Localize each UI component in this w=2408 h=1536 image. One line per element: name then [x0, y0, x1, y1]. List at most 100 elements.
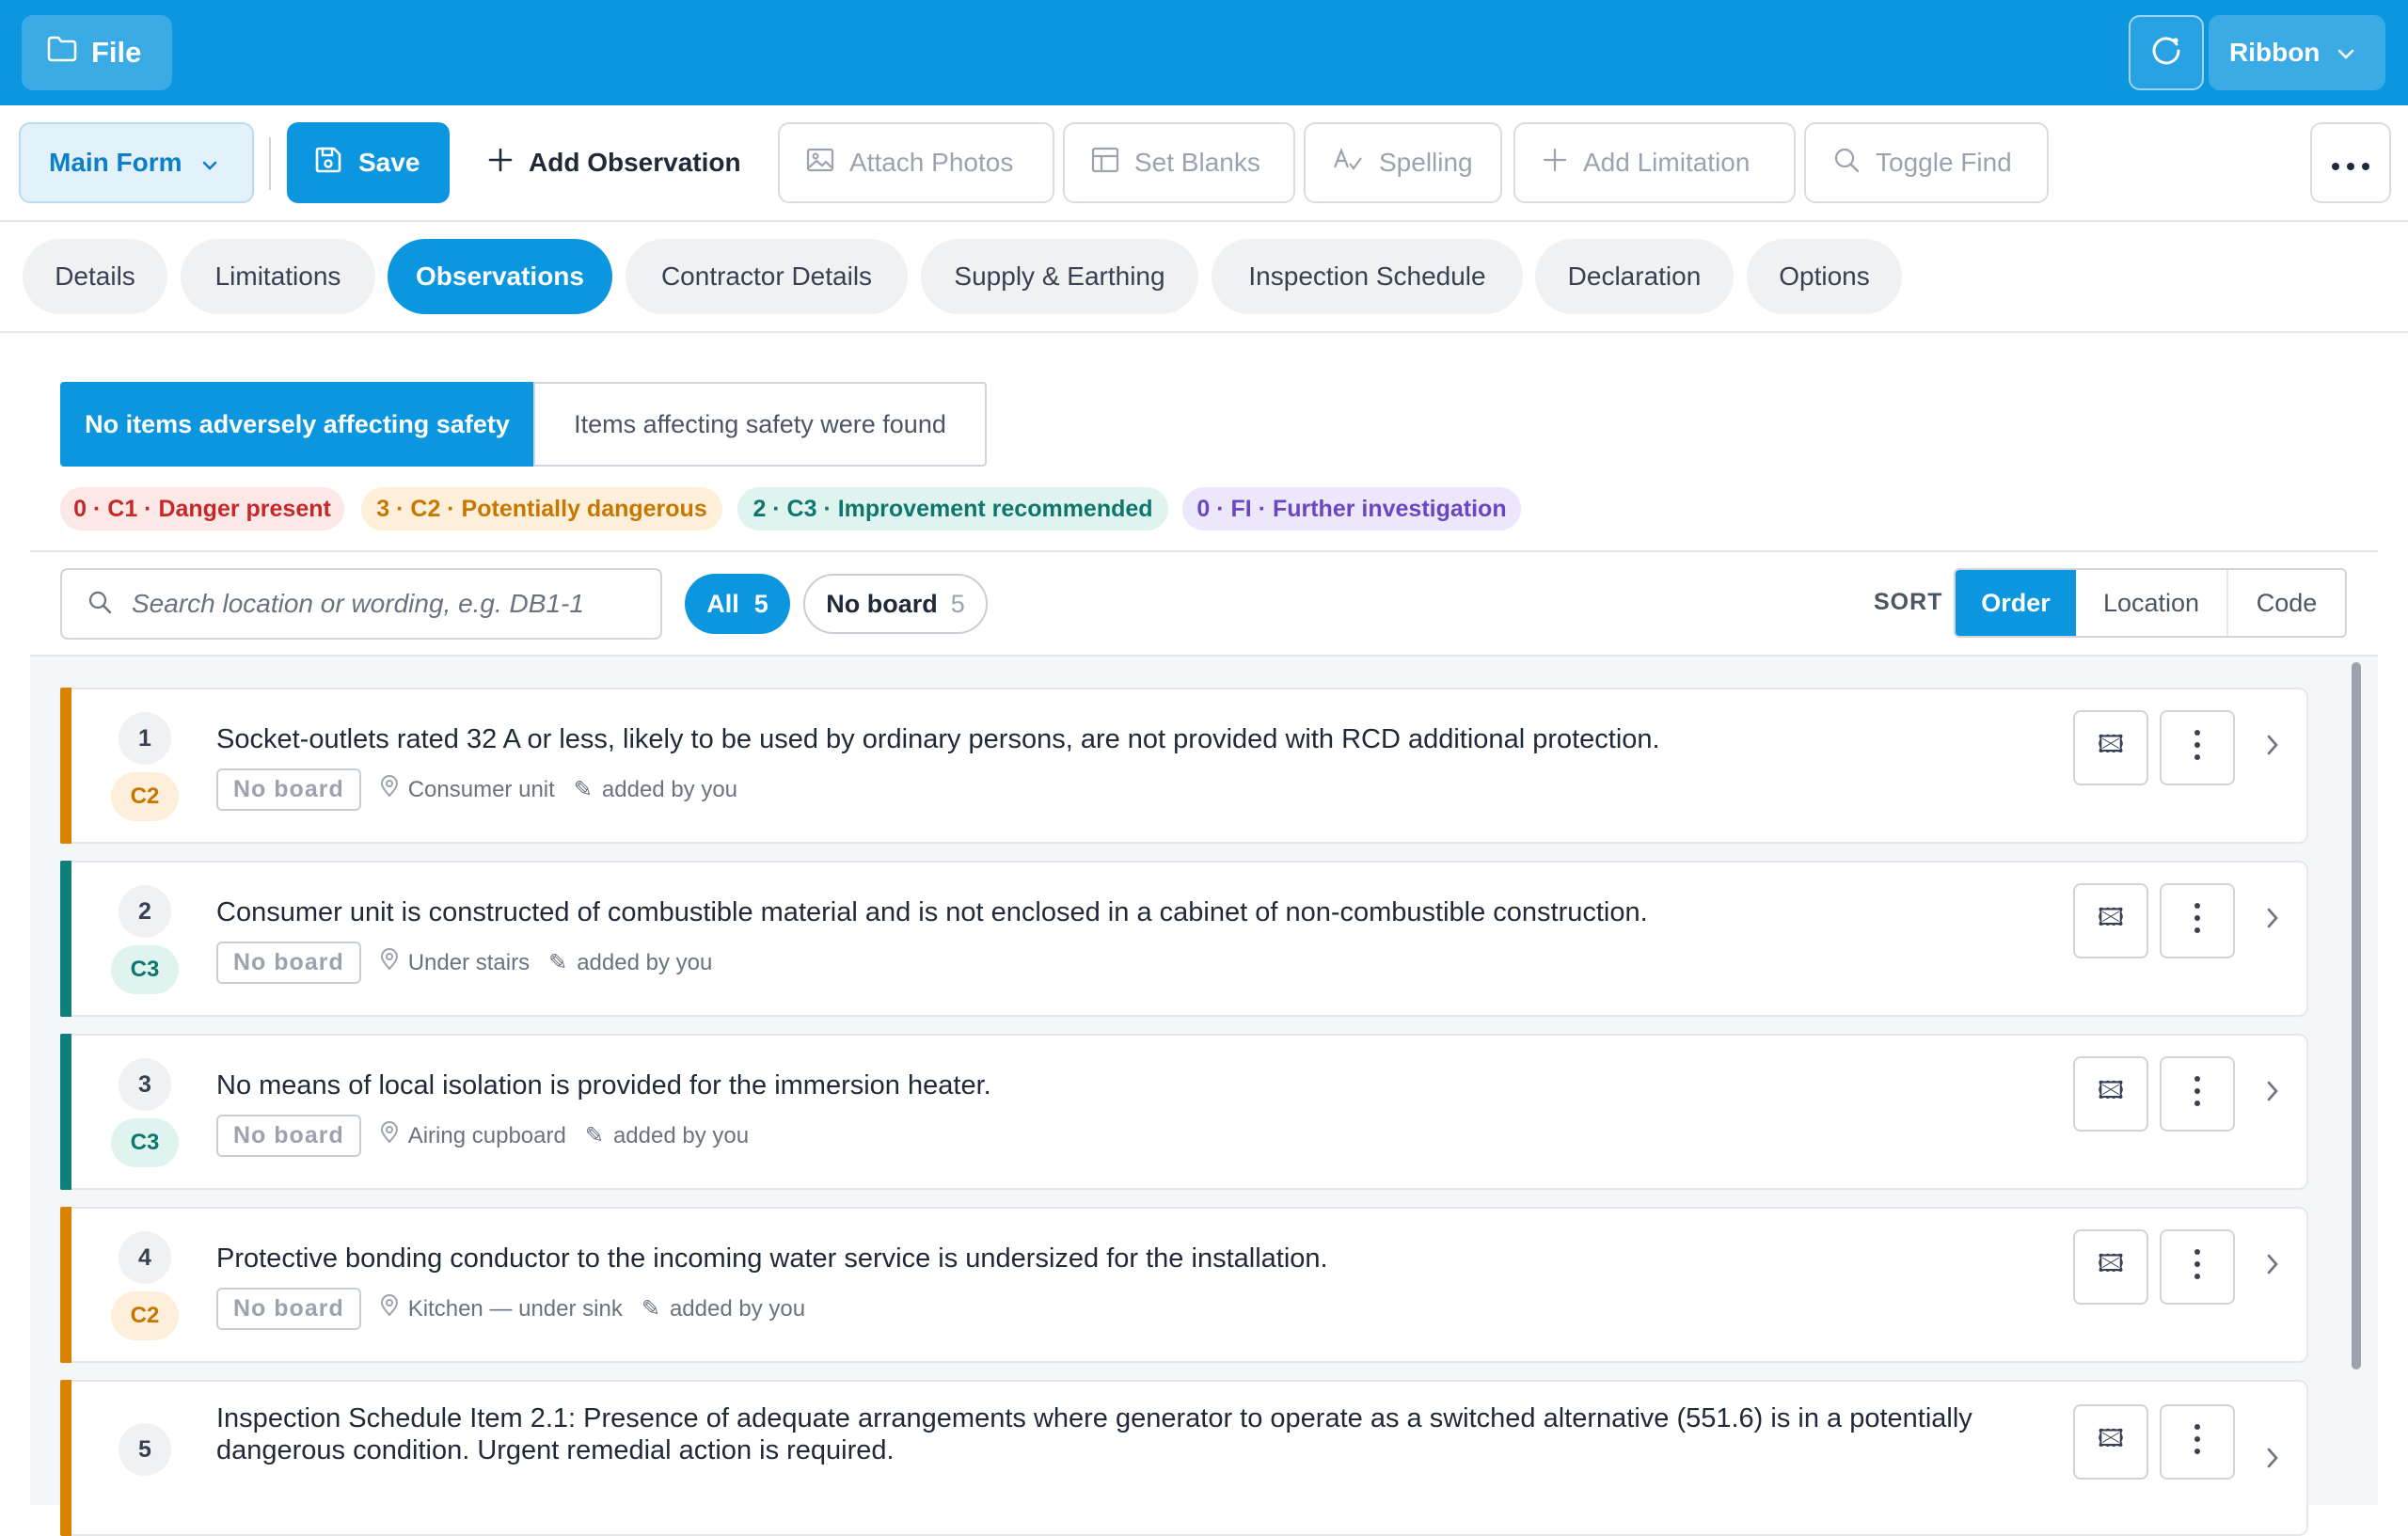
sort-location-button[interactable]: Location	[2076, 570, 2228, 636]
observation-card[interactable]: 3 C3 No means of local isolation is prov…	[60, 1034, 2308, 1190]
tab-details[interactable]: Details	[23, 239, 167, 314]
observation-card[interactable]: 1 C2 Socket-outlets rated 32 A or less, …	[60, 688, 2308, 844]
kebab-menu-button[interactable]	[2160, 1229, 2235, 1305]
add-observation-button[interactable]: Add Observation	[480, 122, 752, 203]
more-vertical-icon	[2194, 1248, 2201, 1287]
tab-contractor-details[interactable]: Contractor Details	[626, 239, 908, 314]
photo-button[interactable]: 🖾	[2073, 1056, 2148, 1132]
main-form-dropdown[interactable]: Main Form	[19, 122, 254, 203]
pencil-icon: ✎	[573, 777, 593, 802]
board-tag[interactable]: No board	[216, 1288, 361, 1330]
toolbar: Main Form Save Add Observation Attach Ph…	[0, 105, 2408, 222]
author-text: added by you	[612, 1122, 750, 1148]
map-pin-icon	[380, 1121, 399, 1150]
observation-text: Inspection Schedule Item 2.1: Presence o…	[216, 1403, 1972, 1465]
board-tag[interactable]: No board	[216, 768, 361, 811]
observation-code-badge: C2	[111, 1291, 179, 1340]
author-item: ✎ added by you	[574, 776, 737, 803]
image-icon	[806, 148, 834, 179]
more-vertical-icon	[2194, 902, 2201, 941]
toggle-find-button[interactable]: Toggle Find	[1804, 122, 2049, 203]
sort-code-button[interactable]: Code	[2228, 570, 2345, 636]
list-scrollbar[interactable]	[2352, 662, 2361, 1370]
location-text: Kitchen — under sink	[407, 1295, 623, 1322]
refresh-button[interactable]	[2129, 15, 2204, 90]
add-limitation-label: Add Limitation	[1583, 148, 1751, 177]
author-text: added by you	[669, 1295, 806, 1322]
search-input[interactable]	[132, 589, 640, 619]
observation-card[interactable]: 5 Inspection Schedule Item 2.1: Presence…	[60, 1380, 2308, 1536]
tab-observations[interactable]: Observations	[388, 239, 612, 314]
observation-meta: No board Consumer unit ✎ added by you	[216, 768, 737, 811]
observation-card[interactable]: 4 C2 Protective bonding conductor to the…	[60, 1207, 2308, 1363]
safety-option-found[interactable]: Items affecting safety were found	[533, 382, 987, 467]
add-observation-label: Add Observation	[529, 148, 741, 177]
filter-all-pill[interactable]: All 5	[685, 574, 790, 634]
image-icon: 🖾	[2097, 1424, 2125, 1452]
filter-all-count: 5	[753, 589, 768, 618]
tab-supply-earthing[interactable]: Supply & Earthing	[921, 239, 1198, 314]
tab-limitations[interactable]: Limitations	[181, 239, 375, 314]
photo-button[interactable]: 🖾	[2073, 1229, 2148, 1305]
tab-inspection-schedule[interactable]: Inspection Schedule	[1212, 239, 1523, 314]
sort-order-button[interactable]: Order	[1956, 570, 2076, 636]
observation-meta: No board Kitchen — under sink ✎ added by…	[216, 1288, 805, 1330]
set-blanks-button[interactable]: Set Blanks	[1063, 122, 1295, 203]
ribbon-dropdown[interactable]: Ribbon	[2209, 15, 2385, 90]
observation-card[interactable]: 2 C3 Consumer unit is constructed of com…	[60, 861, 2308, 1017]
observation-number: 3	[119, 1058, 171, 1111]
author-text: added by you	[577, 949, 713, 975]
more-vertical-icon	[2194, 1423, 2201, 1462]
observation-number: 1	[119, 712, 171, 765]
severity-bar	[60, 688, 71, 844]
chevron-right-icon[interactable]	[2265, 902, 2280, 939]
kebab-menu-button[interactable]	[2160, 1056, 2235, 1132]
filter-no-board-pill[interactable]: No board 5	[803, 574, 988, 634]
toggle-find-label: Toggle Find	[1876, 148, 2012, 177]
search-icon	[87, 589, 113, 620]
observation-meta: No board Under stairs ✎ added by you	[216, 942, 712, 984]
photo-button[interactable]: 🖾	[2073, 710, 2148, 785]
observation-text: No means of local isolation is provided …	[216, 1070, 991, 1101]
location-item: Consumer unit	[380, 775, 555, 804]
pencil-icon: ✎	[641, 1296, 660, 1322]
author-text: added by you	[601, 776, 738, 802]
search-box[interactable]	[60, 568, 662, 640]
chevron-right-icon[interactable]	[2265, 1248, 2280, 1285]
filter-all-label: All	[706, 589, 739, 618]
save-button[interactable]: Save	[287, 122, 450, 203]
map-pin-icon	[380, 948, 399, 977]
kebab-menu-button[interactable]	[2160, 1404, 2235, 1480]
save-label: Save	[358, 148, 420, 177]
board-tag[interactable]: No board	[216, 942, 361, 984]
attach-photos-button[interactable]: Attach Photos	[778, 122, 1054, 203]
photo-button[interactable]: 🖾	[2073, 1404, 2148, 1480]
more-vertical-icon	[2194, 1075, 2201, 1114]
chevron-right-icon[interactable]	[2265, 1075, 2280, 1112]
image-icon: 🖾	[2097, 1076, 2125, 1104]
author-item: ✎ added by you	[642, 1295, 805, 1322]
chevron-right-icon[interactable]	[2265, 1442, 2280, 1479]
observation-number: 4	[119, 1231, 171, 1284]
location-item: Under stairs	[380, 948, 530, 977]
chevron-right-icon[interactable]	[2265, 729, 2280, 766]
save-icon	[313, 145, 343, 182]
search-icon	[1832, 146, 1861, 181]
spelling-label: Spelling	[1379, 148, 1473, 177]
photo-button[interactable]: 🖾	[2073, 883, 2148, 958]
sort-segmented-control: Order Location Code	[1954, 568, 2347, 638]
kebab-menu-button[interactable]	[2160, 883, 2235, 958]
top-bar: File Ribbon	[0, 0, 2408, 105]
more-options-button[interactable]	[2310, 122, 2391, 203]
summary-c1-badge: 0 · C1 · Danger present	[60, 487, 344, 530]
tab-options[interactable]: Options	[1747, 239, 1902, 314]
add-limitation-button[interactable]: Add Limitation	[1513, 122, 1796, 203]
attach-photos-label: Attach Photos	[849, 148, 1014, 177]
kebab-menu-button[interactable]	[2160, 710, 2235, 785]
spelling-button[interactable]: Spelling	[1304, 122, 1502, 203]
file-button[interactable]: File	[22, 15, 172, 90]
safety-option-none[interactable]: No items adversely affecting safety	[60, 382, 534, 467]
board-tag[interactable]: No board	[216, 1115, 361, 1157]
location-item: Kitchen — under sink	[380, 1294, 623, 1323]
tab-declaration[interactable]: Declaration	[1535, 239, 1734, 314]
